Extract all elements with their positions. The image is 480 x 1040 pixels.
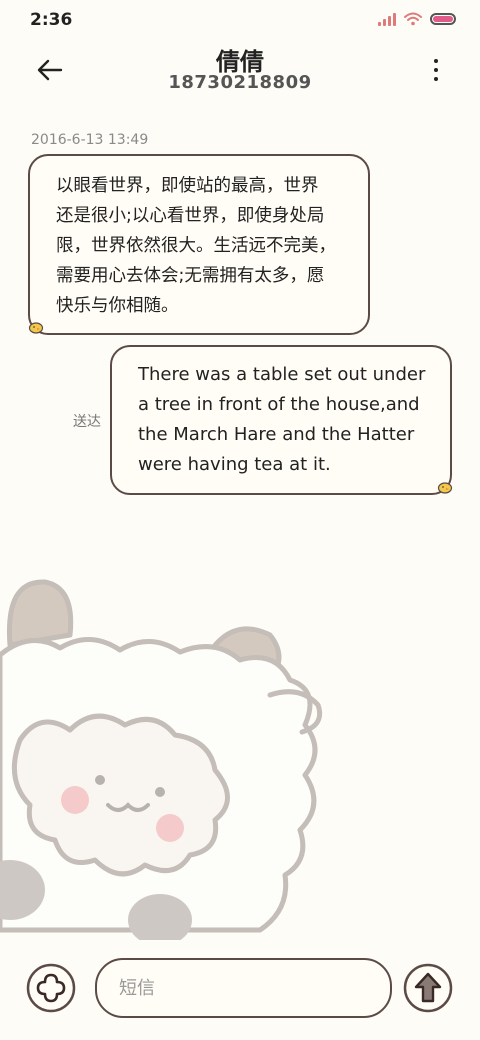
- duck-sticker-icon: [28, 322, 44, 334]
- message-line: 以眼看世界，即使站的最高，世界: [56, 176, 319, 196]
- plus-circle-icon: [26, 963, 76, 1013]
- signal-icon: [378, 12, 396, 26]
- message-line: the March Hare and the Hatter: [138, 424, 415, 445]
- message-composer: [0, 950, 480, 1030]
- message-timestamp: 2016-6-13 13:49: [31, 132, 149, 148]
- status-bar: 2:36: [0, 0, 480, 40]
- status-time: 2:36: [30, 10, 73, 30]
- message-line: a tree in front of the house,and: [138, 394, 420, 415]
- contact-number: 18730218809: [168, 72, 312, 93]
- send-arrow-up-icon: [403, 963, 453, 1013]
- conversation-header: 倩倩 18730218809: [0, 40, 480, 110]
- message-line: 限，世界依然很大。生活远不完美，: [56, 236, 336, 256]
- outgoing-message-bubble[interactable]: There was a table set out under a tree i…: [110, 345, 452, 495]
- message-line: 快乐与你相随。: [56, 296, 179, 316]
- message-line: were having tea at it.: [138, 454, 331, 475]
- more-options-button[interactable]: [428, 56, 444, 84]
- message-line: 还是很小;以心看世界，即使身处局: [56, 206, 325, 226]
- status-icons: [378, 12, 456, 26]
- wifi-icon: [404, 12, 422, 26]
- delivery-status: 送达: [73, 414, 101, 430]
- message-line: There was a table set out under: [138, 364, 426, 385]
- more-vertical-icon: [434, 59, 438, 63]
- duck-sticker-icon: [437, 482, 453, 494]
- message-input[interactable]: [95, 958, 392, 1018]
- add-attachment-button[interactable]: [26, 963, 76, 1013]
- battery-icon: [430, 13, 456, 25]
- incoming-message-bubble[interactable]: 以眼看世界，即使站的最高，世界 还是很小;以心看世界，即使身处局 限，世界依然很…: [28, 154, 370, 335]
- send-button[interactable]: [403, 963, 453, 1013]
- sheep-wallpaper-illustration: [0, 579, 323, 940]
- message-line: 需要用心去体会;无需拥有太多，愿: [56, 266, 325, 286]
